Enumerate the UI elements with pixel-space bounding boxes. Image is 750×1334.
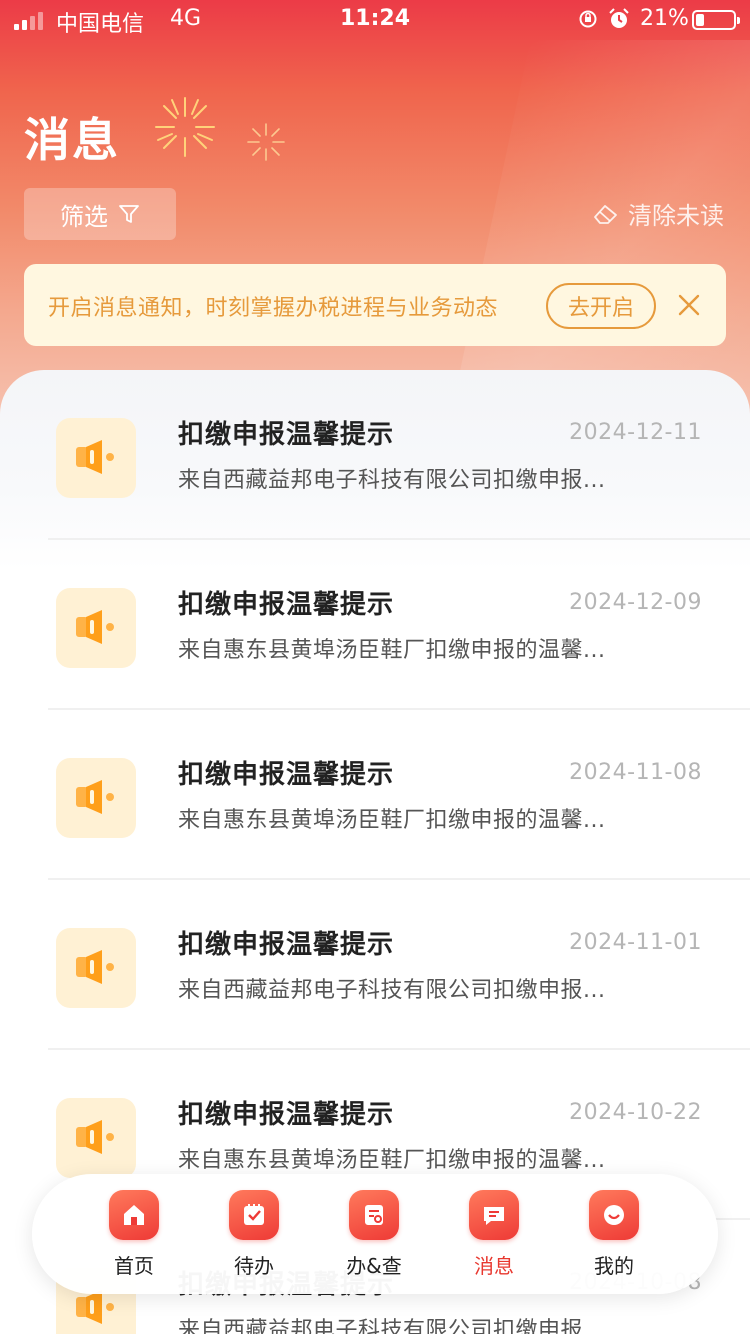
- tab-label: 我的: [594, 1254, 634, 1278]
- tab-mine[interactable]: 我的: [569, 1190, 659, 1286]
- message-item[interactable]: 扣缴申报温馨提示 2024-12-11 来自西藏益邦电子科技有限公司扣缴申报..…: [48, 370, 750, 540]
- speaker-icon: [56, 758, 136, 838]
- message-title: 扣缴申报温馨提示: [178, 930, 395, 960]
- message-summary: 来自西藏益邦电子科技有限公司扣缴申报...: [178, 978, 606, 1003]
- rotation-lock-icon: [579, 10, 597, 28]
- message-title: 扣缴申报温馨提示: [178, 590, 395, 620]
- message-item[interactable]: 扣缴申报温馨提示 2024-11-01 来自西藏益邦电子科技有限公司扣缴申报..…: [48, 880, 750, 1050]
- notification-text: 开启消息通知，时刻掌握办税进程与业务动态: [48, 296, 499, 321]
- firework-small-decoration: [247, 123, 285, 161]
- close-icon[interactable]: [676, 292, 702, 318]
- tab-todo[interactable]: 待办: [209, 1190, 299, 1286]
- eraser-icon: [594, 204, 617, 224]
- battery-percent: 21%: [640, 6, 689, 31]
- speaker-icon: [56, 1098, 136, 1178]
- message-icon: [469, 1190, 519, 1240]
- clear-unread-button[interactable]: 清除未读: [592, 196, 724, 231]
- message-summary: 来自惠东县黄埠汤臣鞋厂扣缴申报的温馨...: [178, 808, 606, 833]
- tab-home[interactable]: 首页: [89, 1190, 179, 1286]
- clear-unread-label: 清除未读: [628, 202, 724, 230]
- speaker-icon: [56, 928, 136, 1008]
- message-date: 2024-12-09: [569, 590, 702, 615]
- message-summary: 来自惠东县黄埠汤臣鞋厂扣缴申报的温馨...: [178, 638, 606, 663]
- funnel-icon: [119, 205, 139, 223]
- tab-label: 首页: [114, 1254, 154, 1278]
- message-item[interactable]: 扣缴申报温馨提示 2024-11-08 来自惠东县黄埠汤臣鞋厂扣缴申报的温馨..…: [48, 710, 750, 880]
- battery-icon: [692, 10, 740, 30]
- alarm-icon: [609, 8, 629, 28]
- message-title: 扣缴申报温馨提示: [178, 420, 395, 450]
- handle-query-icon: [349, 1190, 399, 1240]
- filter-label: 筛选: [60, 202, 108, 231]
- message-date: 2024-11-01: [569, 930, 702, 955]
- tab-label: 办&查: [346, 1254, 402, 1278]
- home-icon: [109, 1190, 159, 1240]
- tab-handle-query[interactable]: 办&查: [329, 1190, 419, 1286]
- todo-icon: [229, 1190, 279, 1240]
- firework-decoration: [155, 97, 215, 157]
- status-time: 11:24: [339, 6, 411, 31]
- message-title: 扣缴申报温馨提示: [178, 760, 395, 790]
- status-bar: 中国电信 4G 11:24 21%: [0, 0, 750, 40]
- battery-level: [696, 14, 704, 26]
- smile-icon: [589, 1190, 639, 1240]
- message-date: 2024-12-11: [569, 420, 702, 445]
- message-summary: 来自惠东县黄埠汤臣鞋厂扣缴申报的温馨...: [178, 1148, 606, 1173]
- message-item[interactable]: 扣缴申报温馨提示 2024-12-09 来自惠东县黄埠汤臣鞋厂扣缴申报的温馨..…: [48, 540, 750, 710]
- speaker-icon: [56, 418, 136, 498]
- bottom-tab-bar: 首页 待办 办&查 消息 我的: [32, 1174, 718, 1294]
- page-title: 消息: [24, 113, 120, 167]
- speaker-icon: [56, 588, 136, 668]
- filter-button[interactable]: 筛选: [24, 188, 176, 240]
- message-title: 扣缴申报温馨提示: [178, 1100, 395, 1130]
- message-date: 2024-10-22: [569, 1100, 702, 1125]
- tab-messages[interactable]: 消息: [449, 1190, 539, 1286]
- message-summary: 来自西藏益邦电子科技有限公司扣缴申报...: [178, 1318, 606, 1334]
- enable-notification-button[interactable]: 去开启: [546, 283, 656, 329]
- notification-banner: 开启消息通知，时刻掌握办税进程与业务动态 去开启: [24, 264, 726, 346]
- tab-label: 待办: [234, 1254, 274, 1278]
- message-summary: 来自西藏益邦电子科技有限公司扣缴申报...: [178, 468, 606, 493]
- tab-label: 消息: [474, 1254, 514, 1278]
- message-date: 2024-11-08: [569, 760, 702, 785]
